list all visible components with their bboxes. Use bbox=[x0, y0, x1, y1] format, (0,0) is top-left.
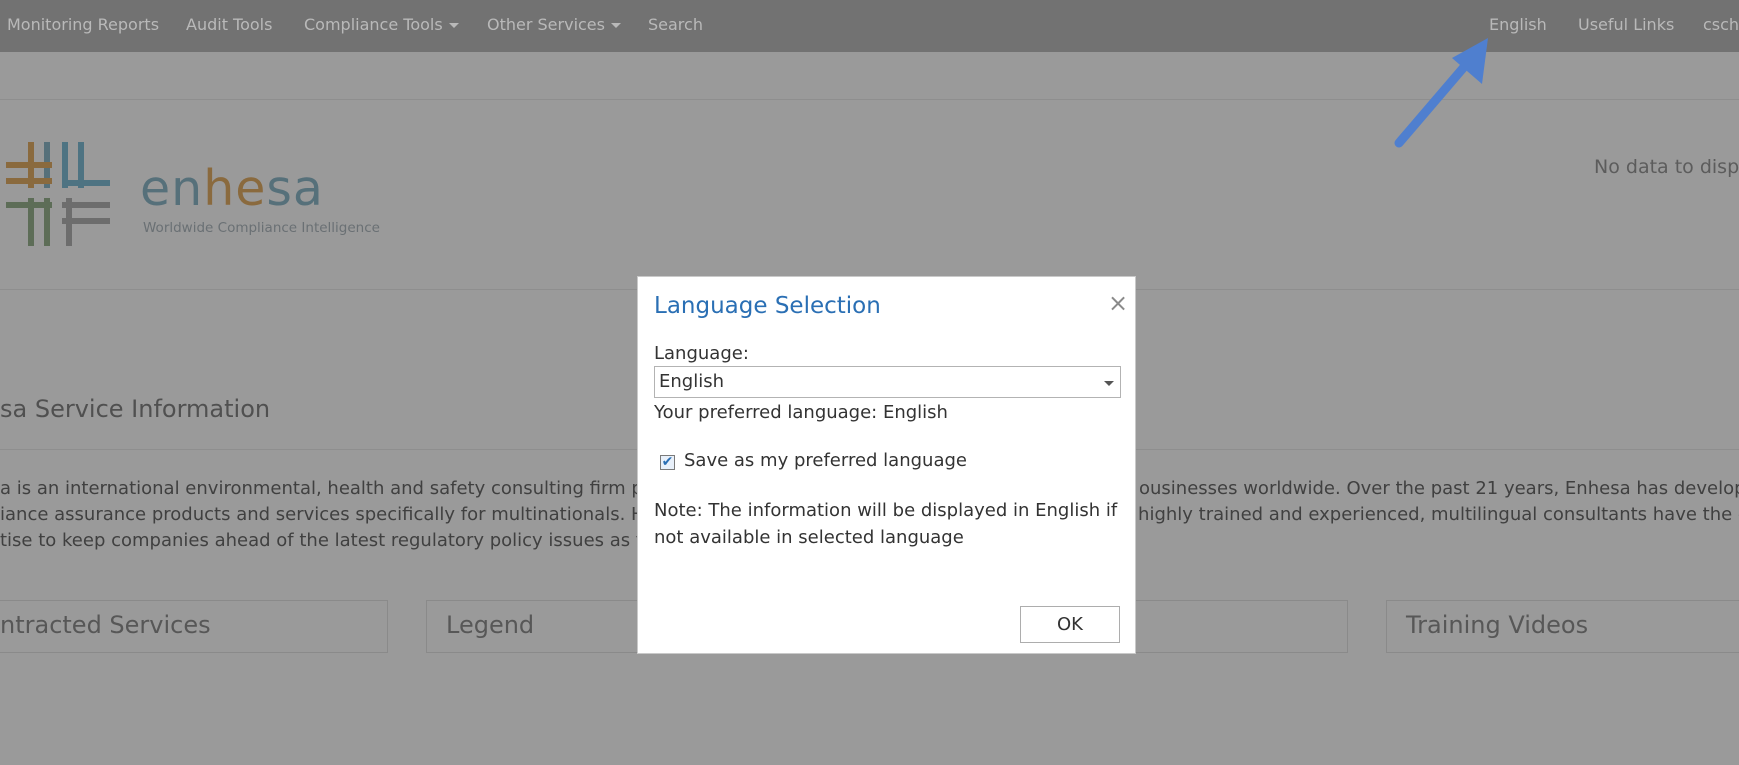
ok-button[interactable]: OK bbox=[1020, 606, 1120, 643]
service-info-text: iance assurance products and services sp… bbox=[0, 504, 667, 525]
service-info-text: a is an international environmental, hea… bbox=[0, 478, 661, 499]
language-note: Note: The information will be displayed … bbox=[654, 500, 1118, 548]
nav-compliance-tools-label: Compliance Tools bbox=[304, 15, 443, 34]
wordmark-part: en bbox=[140, 160, 204, 217]
nav-audit-tools[interactable]: Audit Tools bbox=[186, 15, 272, 34]
nav-search[interactable]: Search bbox=[648, 15, 703, 34]
wordmark-part: sa bbox=[266, 160, 324, 217]
nav-language[interactable]: English bbox=[1489, 15, 1547, 34]
chevron-down-icon bbox=[610, 23, 621, 28]
language-select[interactable]: English bbox=[654, 366, 1121, 398]
nav-other-services[interactable]: Other Services bbox=[487, 15, 621, 34]
nav-useful-links[interactable]: Useful Links bbox=[1578, 15, 1674, 34]
chevron-down-icon bbox=[1104, 381, 1114, 386]
no-data-message: No data to displa bbox=[1594, 156, 1739, 178]
service-info-title: sa Service Information bbox=[0, 395, 271, 423]
preferred-language-text: Your preferred language: English bbox=[654, 402, 948, 423]
save-preferred-label[interactable]: Save as my preferred language bbox=[684, 450, 967, 471]
language-label: Language: bbox=[654, 343, 749, 364]
annotation-arrow-icon bbox=[1394, 38, 1488, 148]
enhesa-logo-mark bbox=[6, 142, 110, 246]
nav-other-services-label: Other Services bbox=[487, 15, 605, 34]
dialog-title: Language Selection bbox=[654, 293, 881, 319]
logo-tagline: Worldwide Compliance Intelligence bbox=[143, 220, 380, 236]
service-info-text: ousinesses worldwide. Over the past 21 y… bbox=[1139, 478, 1739, 499]
enhesa-wordmark: enhesa bbox=[140, 164, 324, 213]
chevron-down-icon bbox=[448, 23, 459, 28]
panel-legend[interactable]: Legend bbox=[426, 600, 646, 653]
language-select-value: English bbox=[659, 371, 724, 392]
service-info-text: tise to keep companies ahead of the late… bbox=[0, 530, 677, 551]
panel-training-videos[interactable]: Training Videos bbox=[1386, 600, 1739, 653]
wordmark-part: he bbox=[203, 160, 267, 217]
panel-contracted-services[interactable]: ntracted Services bbox=[0, 600, 388, 653]
close-icon[interactable]: × bbox=[1108, 289, 1128, 317]
nav-monitoring-reports[interactable]: Monitoring Reports bbox=[7, 15, 159, 34]
save-preferred-checkbox[interactable]: ✔ bbox=[660, 455, 675, 470]
nav-user-menu[interactable]: csch bbox=[1703, 15, 1739, 34]
service-info-text: f highly trained and experienced, multil… bbox=[1126, 504, 1739, 525]
panel-partial[interactable] bbox=[1100, 600, 1348, 653]
language-selection-dialog: Language Selection × Language: English Y… bbox=[637, 276, 1136, 654]
nav-compliance-tools[interactable]: Compliance Tools bbox=[304, 15, 459, 34]
